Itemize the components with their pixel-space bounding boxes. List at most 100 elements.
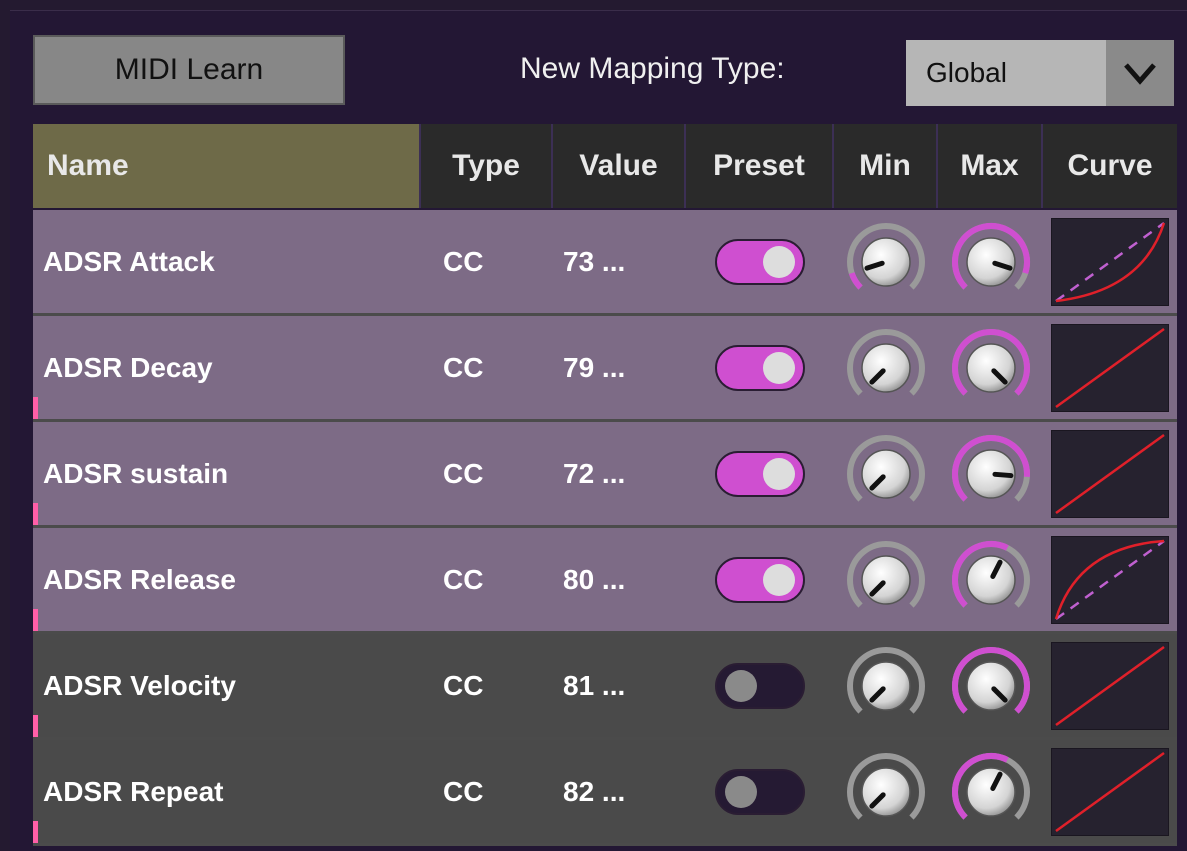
toggle-thumb [763,457,795,490]
mapping-type[interactable]: CC [421,528,553,631]
mapping-type[interactable]: CC [421,422,553,525]
table-row[interactable]: ADSR sustain CC 72 ... [33,422,1177,528]
row-activity-marker [33,715,38,737]
curve-editor[interactable] [1051,747,1169,836]
new-mapping-type-label: New Mapping Type: [520,52,785,85]
mapping-type[interactable]: CC [421,740,553,843]
min-cell [834,634,938,737]
knob-body [861,554,911,605]
table-row[interactable]: ADSR Release CC 80 ... [33,528,1177,634]
max-knob[interactable] [949,326,1033,410]
mapping-type-value: Global [906,40,1106,106]
row-activity-marker [33,609,38,631]
curve-cell [1043,210,1177,313]
knob-body [861,236,911,287]
min-knob[interactable] [844,644,928,728]
parameter-name[interactable]: ADSR Release [33,528,421,631]
parameter-name[interactable]: ADSR Attack [33,210,421,313]
column-header-preset[interactable]: Preset [686,124,834,208]
preset-toggle[interactable] [715,344,805,391]
curve-line [1055,433,1165,514]
toggle-thumb [725,775,757,808]
mapping-type-select[interactable]: Global [906,40,1174,106]
cc-value[interactable]: 79 ... [553,316,686,419]
mapping-rows: ADSR Attack CC 73 ... ADSR Decay CC 79 ... ADS… [33,210,1177,846]
column-header-min[interactable]: Min [834,124,938,208]
min-knob[interactable] [844,538,928,622]
curve-editor[interactable] [1051,323,1169,412]
curve-reference-line [1055,221,1165,302]
preset-toggle[interactable] [715,556,805,603]
column-header-name[interactable]: Name [33,124,421,208]
mapping-type[interactable]: CC [421,210,553,313]
preset-cell [686,634,834,737]
knob-pointer [991,471,1013,478]
min-knob[interactable] [844,326,928,410]
parameter-name[interactable]: ADSR Velocity [33,634,421,737]
curve-cell [1043,528,1177,631]
column-header-max[interactable]: Max [938,124,1043,208]
min-knob[interactable] [844,432,928,516]
knob-body [861,342,911,393]
knob-body [965,660,1016,711]
max-cell [938,740,1043,843]
cc-value[interactable]: 81 ... [553,634,686,737]
max-knob[interactable] [949,432,1033,516]
knob-body [965,342,1016,393]
cc-value[interactable]: 82 ... [553,740,686,843]
curve-editor[interactable] [1051,217,1169,306]
min-knob[interactable] [844,220,928,304]
table-row[interactable]: ADSR Attack CC 73 ... [33,210,1177,316]
max-knob[interactable] [949,750,1033,834]
curve-cell [1043,422,1177,525]
cc-value[interactable]: 72 ... [553,422,686,525]
curve-line [1055,327,1165,408]
parameter-name[interactable]: ADSR sustain [33,422,421,525]
curve-editor[interactable] [1051,641,1169,730]
mapping-type[interactable]: CC [421,634,553,737]
midi-learn-button[interactable]: MIDI Learn [33,35,345,105]
parameter-name[interactable]: ADSR Repeat [33,740,421,843]
knob-body [965,554,1016,605]
max-knob[interactable] [949,644,1033,728]
row-activity-marker [33,503,38,525]
toggle-thumb [725,669,757,702]
max-cell [938,528,1043,631]
knob-level-arc [848,271,863,290]
table-row[interactable]: ADSR Decay CC 79 ... [33,316,1177,422]
curve-line [1055,751,1165,832]
preset-toggle[interactable] [715,662,805,709]
max-cell [938,634,1043,737]
column-header-value[interactable]: Value [553,124,686,208]
curve-editor[interactable] [1051,429,1169,518]
min-knob[interactable] [844,750,928,834]
column-header-curve[interactable]: Curve [1043,124,1177,208]
mapping-type[interactable]: CC [421,316,553,419]
table-row[interactable]: ADSR Velocity CC 81 ... [33,634,1177,740]
max-knob[interactable] [949,538,1033,622]
preset-toggle[interactable] [715,768,805,815]
row-activity-marker [33,397,38,419]
preset-toggle[interactable] [715,450,805,497]
min-cell [834,528,938,631]
cc-value[interactable]: 73 ... [553,210,686,313]
table-row[interactable]: ADSR Repeat CC 82 ... [33,740,1177,846]
max-knob[interactable] [949,220,1033,304]
curve-editor[interactable] [1051,535,1169,624]
min-cell [834,422,938,525]
row-activity-marker [33,821,38,843]
preset-cell [686,422,834,525]
knob-body [965,766,1016,817]
chevron-down-icon[interactable] [1106,40,1174,106]
knob-body [861,660,911,711]
preset-toggle[interactable] [715,238,805,285]
min-cell [834,210,938,313]
curve-line [1055,645,1165,726]
parameter-name[interactable]: ADSR Decay [33,316,421,419]
preset-cell [686,316,834,419]
curve-cell [1043,316,1177,419]
knob-body [861,448,911,499]
cc-value[interactable]: 80 ... [553,528,686,631]
column-header-type[interactable]: Type [421,124,553,208]
toggle-thumb [763,245,795,278]
